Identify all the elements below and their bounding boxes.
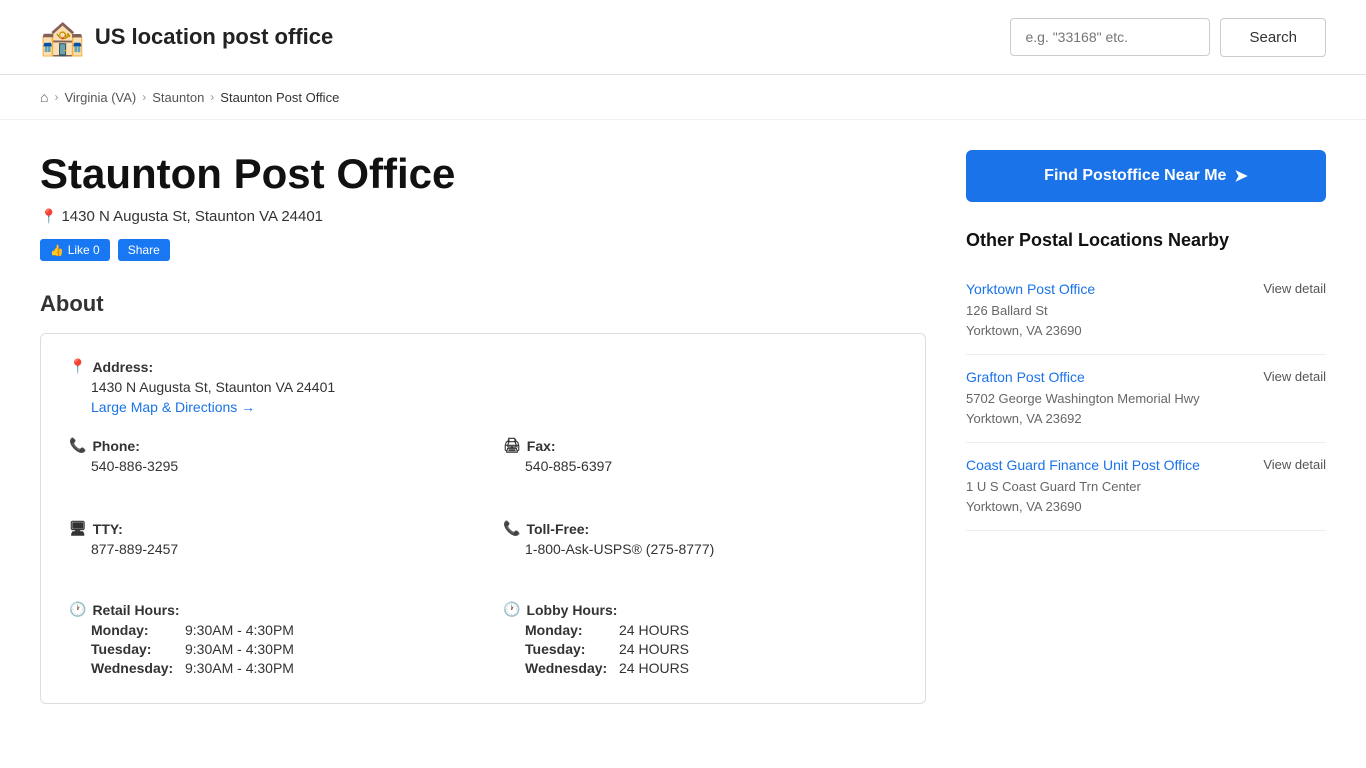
find-btn-label: Find Postoffice Near Me xyxy=(1044,167,1226,185)
toll-free-icon: 📞 xyxy=(503,520,520,537)
nearby-item-header: Coast Guard Finance Unit Post Office Vie… xyxy=(966,457,1326,473)
phone-fax-grid: 📞 Phone: 540-886-3295 🖨 Fax: 540-885-639… xyxy=(69,437,897,579)
nearby-item-name[interactable]: Coast Guard Finance Unit Post Office xyxy=(966,457,1200,473)
retail-hours-section: 🕐 Retail Hours: Monday:9:30AM - 4:30PMTu… xyxy=(69,601,463,679)
tty-value: 877-889-2457 xyxy=(69,541,463,557)
hours-grid: 🕐 Retail Hours: Monday:9:30AM - 4:30PMTu… xyxy=(69,601,897,679)
hours-day: Monday: xyxy=(525,622,615,638)
hours-time: 9:30AM - 4:30PM xyxy=(185,660,294,676)
site-title: US location post office xyxy=(95,24,333,50)
lobby-hours-row: Tuesday:24 HOURS xyxy=(503,641,897,657)
breadcrumb-state[interactable]: Virginia (VA) xyxy=(64,90,136,105)
retail-hours-label: 🕐 Retail Hours: xyxy=(69,601,463,618)
search-area: Search xyxy=(1010,18,1326,57)
tty-icon: 🖥 xyxy=(69,520,87,537)
nearby-item-header: Grafton Post Office View detail xyxy=(966,369,1326,385)
breadcrumb-sep-2: › xyxy=(142,90,146,104)
map-link[interactable]: Large Map & Directions → xyxy=(69,399,897,415)
fax-label: 🖨 Fax: xyxy=(503,437,897,454)
breadcrumb-city[interactable]: Staunton xyxy=(152,90,204,105)
about-title: About xyxy=(40,291,926,317)
site-logo: 🏤 US location post office xyxy=(40,16,333,58)
nearby-item-name[interactable]: Yorktown Post Office xyxy=(966,281,1095,297)
fax-row: 🖨 Fax: 540-885-6397 xyxy=(503,437,897,474)
thumbs-icon: 👍 xyxy=(50,244,64,257)
retail-hours-row: Wednesday:9:30AM - 4:30PM xyxy=(69,660,463,676)
search-input[interactable] xyxy=(1010,18,1210,56)
pin-icon: 📍 xyxy=(40,208,57,225)
hours-day: Wednesday: xyxy=(91,660,181,676)
nearby-address: 126 Ballard StYorktown, VA 23690 xyxy=(966,301,1326,340)
toll-free-label: 📞 Toll-Free: xyxy=(503,520,897,537)
breadcrumb-current: Staunton Post Office xyxy=(220,90,339,105)
location-arrow-icon: ➤ xyxy=(1234,166,1247,186)
page-address: 📍 1430 N Augusta St, Staunton VA 24401 xyxy=(40,208,926,225)
breadcrumb-sep-3: › xyxy=(210,90,214,104)
hours-day: Tuesday: xyxy=(91,641,181,657)
nearby-title: Other Postal Locations Nearby xyxy=(966,230,1326,251)
home-icon[interactable]: ⌂ xyxy=(40,89,48,105)
clock-icon-retail: 🕐 xyxy=(69,601,86,618)
info-card: 📍 Address: 1430 N Augusta St, Staunton V… xyxy=(40,333,926,704)
social-buttons: 👍 Like 0 Share xyxy=(40,239,926,261)
lobby-hours-section: 🕐 Lobby Hours: Monday:24 HOURSTuesday:24… xyxy=(503,601,897,679)
tty-row: 🖥 TTY: 877-889-2457 xyxy=(69,520,463,557)
nearby-item: Coast Guard Finance Unit Post Office Vie… xyxy=(966,443,1326,531)
page-title: Staunton Post Office xyxy=(40,150,926,198)
content-area: Staunton Post Office 📍 1430 N Augusta St… xyxy=(40,150,926,704)
phone-value: 540-886-3295 xyxy=(69,458,463,474)
fax-value: 540-885-6397 xyxy=(503,458,897,474)
hours-day: Tuesday: xyxy=(525,641,615,657)
lobby-hours-row: Monday:24 HOURS xyxy=(503,622,897,638)
lobby-hours-row: Wednesday:24 HOURS xyxy=(503,660,897,676)
hours-time: 24 HOURS xyxy=(619,641,689,657)
nearby-view-detail[interactable]: View detail xyxy=(1263,281,1326,296)
fax-icon: 🖨 xyxy=(503,437,521,454)
search-button[interactable]: Search xyxy=(1220,18,1326,57)
address-text: 1430 N Augusta St, Staunton VA 24401 xyxy=(61,208,323,225)
address-value: 1430 N Augusta St, Staunton VA 24401 xyxy=(69,379,897,395)
tty-label: 🖥 TTY: xyxy=(69,520,463,537)
sidebar: Find Postoffice Near Me ➤ Other Postal L… xyxy=(966,150,1326,704)
fb-share-label: Share xyxy=(128,243,160,257)
address-row: 📍 Address: 1430 N Augusta St, Staunton V… xyxy=(69,358,897,415)
nearby-item-header: Yorktown Post Office View detail xyxy=(966,281,1326,297)
logo-icon: 🏤 xyxy=(40,16,85,58)
retail-hours-row: Tuesday:9:30AM - 4:30PM xyxy=(69,641,463,657)
address-icon: 📍 xyxy=(69,358,86,375)
lobby-hours-list: Monday:24 HOURSTuesday:24 HOURSWednesday… xyxy=(503,622,897,676)
nearby-address: 5702 George Washington Memorial HwyYorkt… xyxy=(966,389,1326,428)
lobby-hours-label: 🕐 Lobby Hours: xyxy=(503,601,897,618)
nearby-address: 1 U S Coast Guard Trn CenterYorktown, VA… xyxy=(966,477,1326,516)
hours-time: 9:30AM - 4:30PM xyxy=(185,641,294,657)
nearby-view-detail[interactable]: View detail xyxy=(1263,457,1326,472)
nearby-item-name[interactable]: Grafton Post Office xyxy=(966,369,1085,385)
toll-free-row: 📞 Toll-Free: 1-800-Ask-USPS® (275-8777) xyxy=(503,520,897,579)
hours-time: 9:30AM - 4:30PM xyxy=(185,622,294,638)
hours-day: Wednesday: xyxy=(525,660,615,676)
fb-like-button[interactable]: 👍 Like 0 xyxy=(40,239,110,261)
hours-time: 24 HOURS xyxy=(619,622,689,638)
fb-like-label: Like 0 xyxy=(68,243,100,257)
address-label: 📍 Address: xyxy=(69,358,897,375)
fb-share-button[interactable]: Share xyxy=(118,239,170,261)
breadcrumb: ⌂ › Virginia (VA) › Staunton › Staunton … xyxy=(0,75,1366,120)
site-header: 🏤 US location post office Search xyxy=(0,0,1366,75)
clock-icon-lobby: 🕐 xyxy=(503,601,520,618)
nearby-list: Yorktown Post Office View detail 126 Bal… xyxy=(966,267,1326,531)
nearby-item: Yorktown Post Office View detail 126 Bal… xyxy=(966,267,1326,355)
find-postoffice-button[interactable]: Find Postoffice Near Me ➤ xyxy=(966,150,1326,202)
nearby-view-detail[interactable]: View detail xyxy=(1263,369,1326,384)
phone-icon: 📞 xyxy=(69,437,86,454)
phone-row: 📞 Phone: 540-886-3295 xyxy=(69,437,463,474)
phone-label: 📞 Phone: xyxy=(69,437,463,454)
nearby-item: Grafton Post Office View detail 5702 Geo… xyxy=(966,355,1326,443)
retail-hours-list: Monday:9:30AM - 4:30PMTuesday:9:30AM - 4… xyxy=(69,622,463,676)
toll-free-value: 1-800-Ask-USPS® (275-8777) xyxy=(503,541,897,557)
breadcrumb-sep-1: › xyxy=(54,90,58,104)
hours-day: Monday: xyxy=(91,622,181,638)
hours-time: 24 HOURS xyxy=(619,660,689,676)
main-container: Staunton Post Office 📍 1430 N Augusta St… xyxy=(0,120,1366,734)
retail-hours-row: Monday:9:30AM - 4:30PM xyxy=(69,622,463,638)
